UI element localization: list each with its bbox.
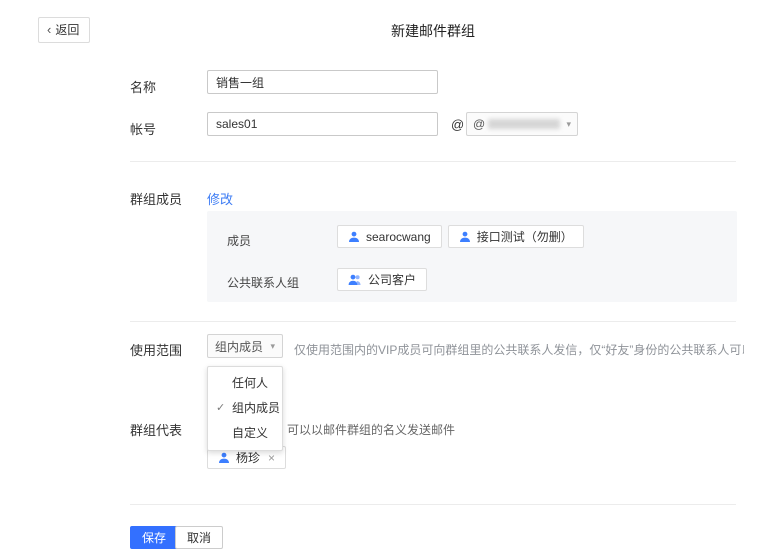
member-chip: 接口测试（勿删）	[448, 225, 584, 248]
chevron-down-icon: ▾	[566, 119, 571, 130]
check-icon: ✓	[216, 396, 225, 421]
representative-label: 群组代表	[130, 420, 182, 439]
back-label: 返回	[55, 21, 79, 38]
scope-label: 使用范围	[130, 340, 182, 359]
scope-select[interactable]: 组内成员 ▾	[207, 334, 283, 358]
member-name: searocwang	[366, 230, 431, 244]
contact-chip-row: 公司客户	[337, 268, 427, 291]
representative-description: 可以以邮件群组的名义发送邮件	[287, 421, 455, 438]
option-label: 组内成员	[232, 401, 280, 415]
modify-members-link[interactable]: 修改	[207, 189, 233, 208]
account-label: 帐号	[130, 119, 156, 138]
person-icon	[459, 231, 471, 243]
person-icon	[218, 452, 230, 464]
members-panel: 成员 searocwang 接口测试（勿删） 公共联系人组 公司客户	[207, 211, 737, 302]
scope-hint: 仅使用范围内的VIP成员可向群组里的公共联系人发信，仅“好友”身份的公共联系人可…	[294, 341, 744, 358]
back-button[interactable]: ‹ 返回	[38, 17, 90, 43]
contact-group-name: 公司客户	[368, 271, 416, 288]
member-chip: searocwang	[337, 225, 442, 248]
remove-icon[interactable]: ×	[268, 451, 275, 465]
members-label: 成员	[227, 232, 251, 249]
scope-option-anyone[interactable]: 任何人	[208, 371, 282, 396]
scope-selected-value: 组内成员	[215, 338, 263, 355]
name-label: 名称	[130, 77, 156, 96]
divider	[130, 504, 736, 505]
scope-dropdown: 任何人 ✓ 组内成员 自定义	[207, 366, 283, 451]
cancel-button[interactable]: 取消	[175, 526, 223, 549]
divider	[130, 161, 736, 162]
name-input[interactable]	[207, 70, 438, 94]
domain-select[interactable]: @ ▾	[466, 112, 578, 136]
divider	[130, 321, 736, 322]
page-title: 新建邮件群组	[391, 21, 475, 41]
domain-prefix: @	[473, 117, 485, 131]
masked-domain	[488, 119, 560, 129]
members-chip-row: searocwang 接口测试（勿删）	[337, 225, 584, 248]
scope-option-custom[interactable]: 自定义	[208, 421, 282, 446]
create-mail-group-page: ‹ 返回 新建邮件群组 名称 帐号 @ @ ▾ 群组成员 修改 成员 searo…	[0, 0, 762, 558]
contact-group-label: 公共联系人组	[227, 274, 299, 291]
representative-name: 杨珍	[236, 449, 260, 466]
chevron-left-icon: ‹	[47, 23, 51, 36]
member-name: 接口测试（勿删）	[477, 228, 573, 245]
scope-option-group-members[interactable]: ✓ 组内成员	[208, 396, 282, 421]
group-members-label: 群组成员	[130, 189, 182, 208]
option-label: 自定义	[232, 426, 268, 440]
people-group-icon	[348, 274, 362, 286]
at-sign: @	[451, 117, 464, 132]
person-icon	[348, 231, 360, 243]
contact-group-chip: 公司客户	[337, 268, 427, 291]
account-input[interactable]	[207, 112, 438, 136]
chevron-down-icon: ▾	[270, 341, 275, 352]
save-button[interactable]: 保存	[130, 526, 178, 549]
option-label: 任何人	[232, 376, 268, 390]
